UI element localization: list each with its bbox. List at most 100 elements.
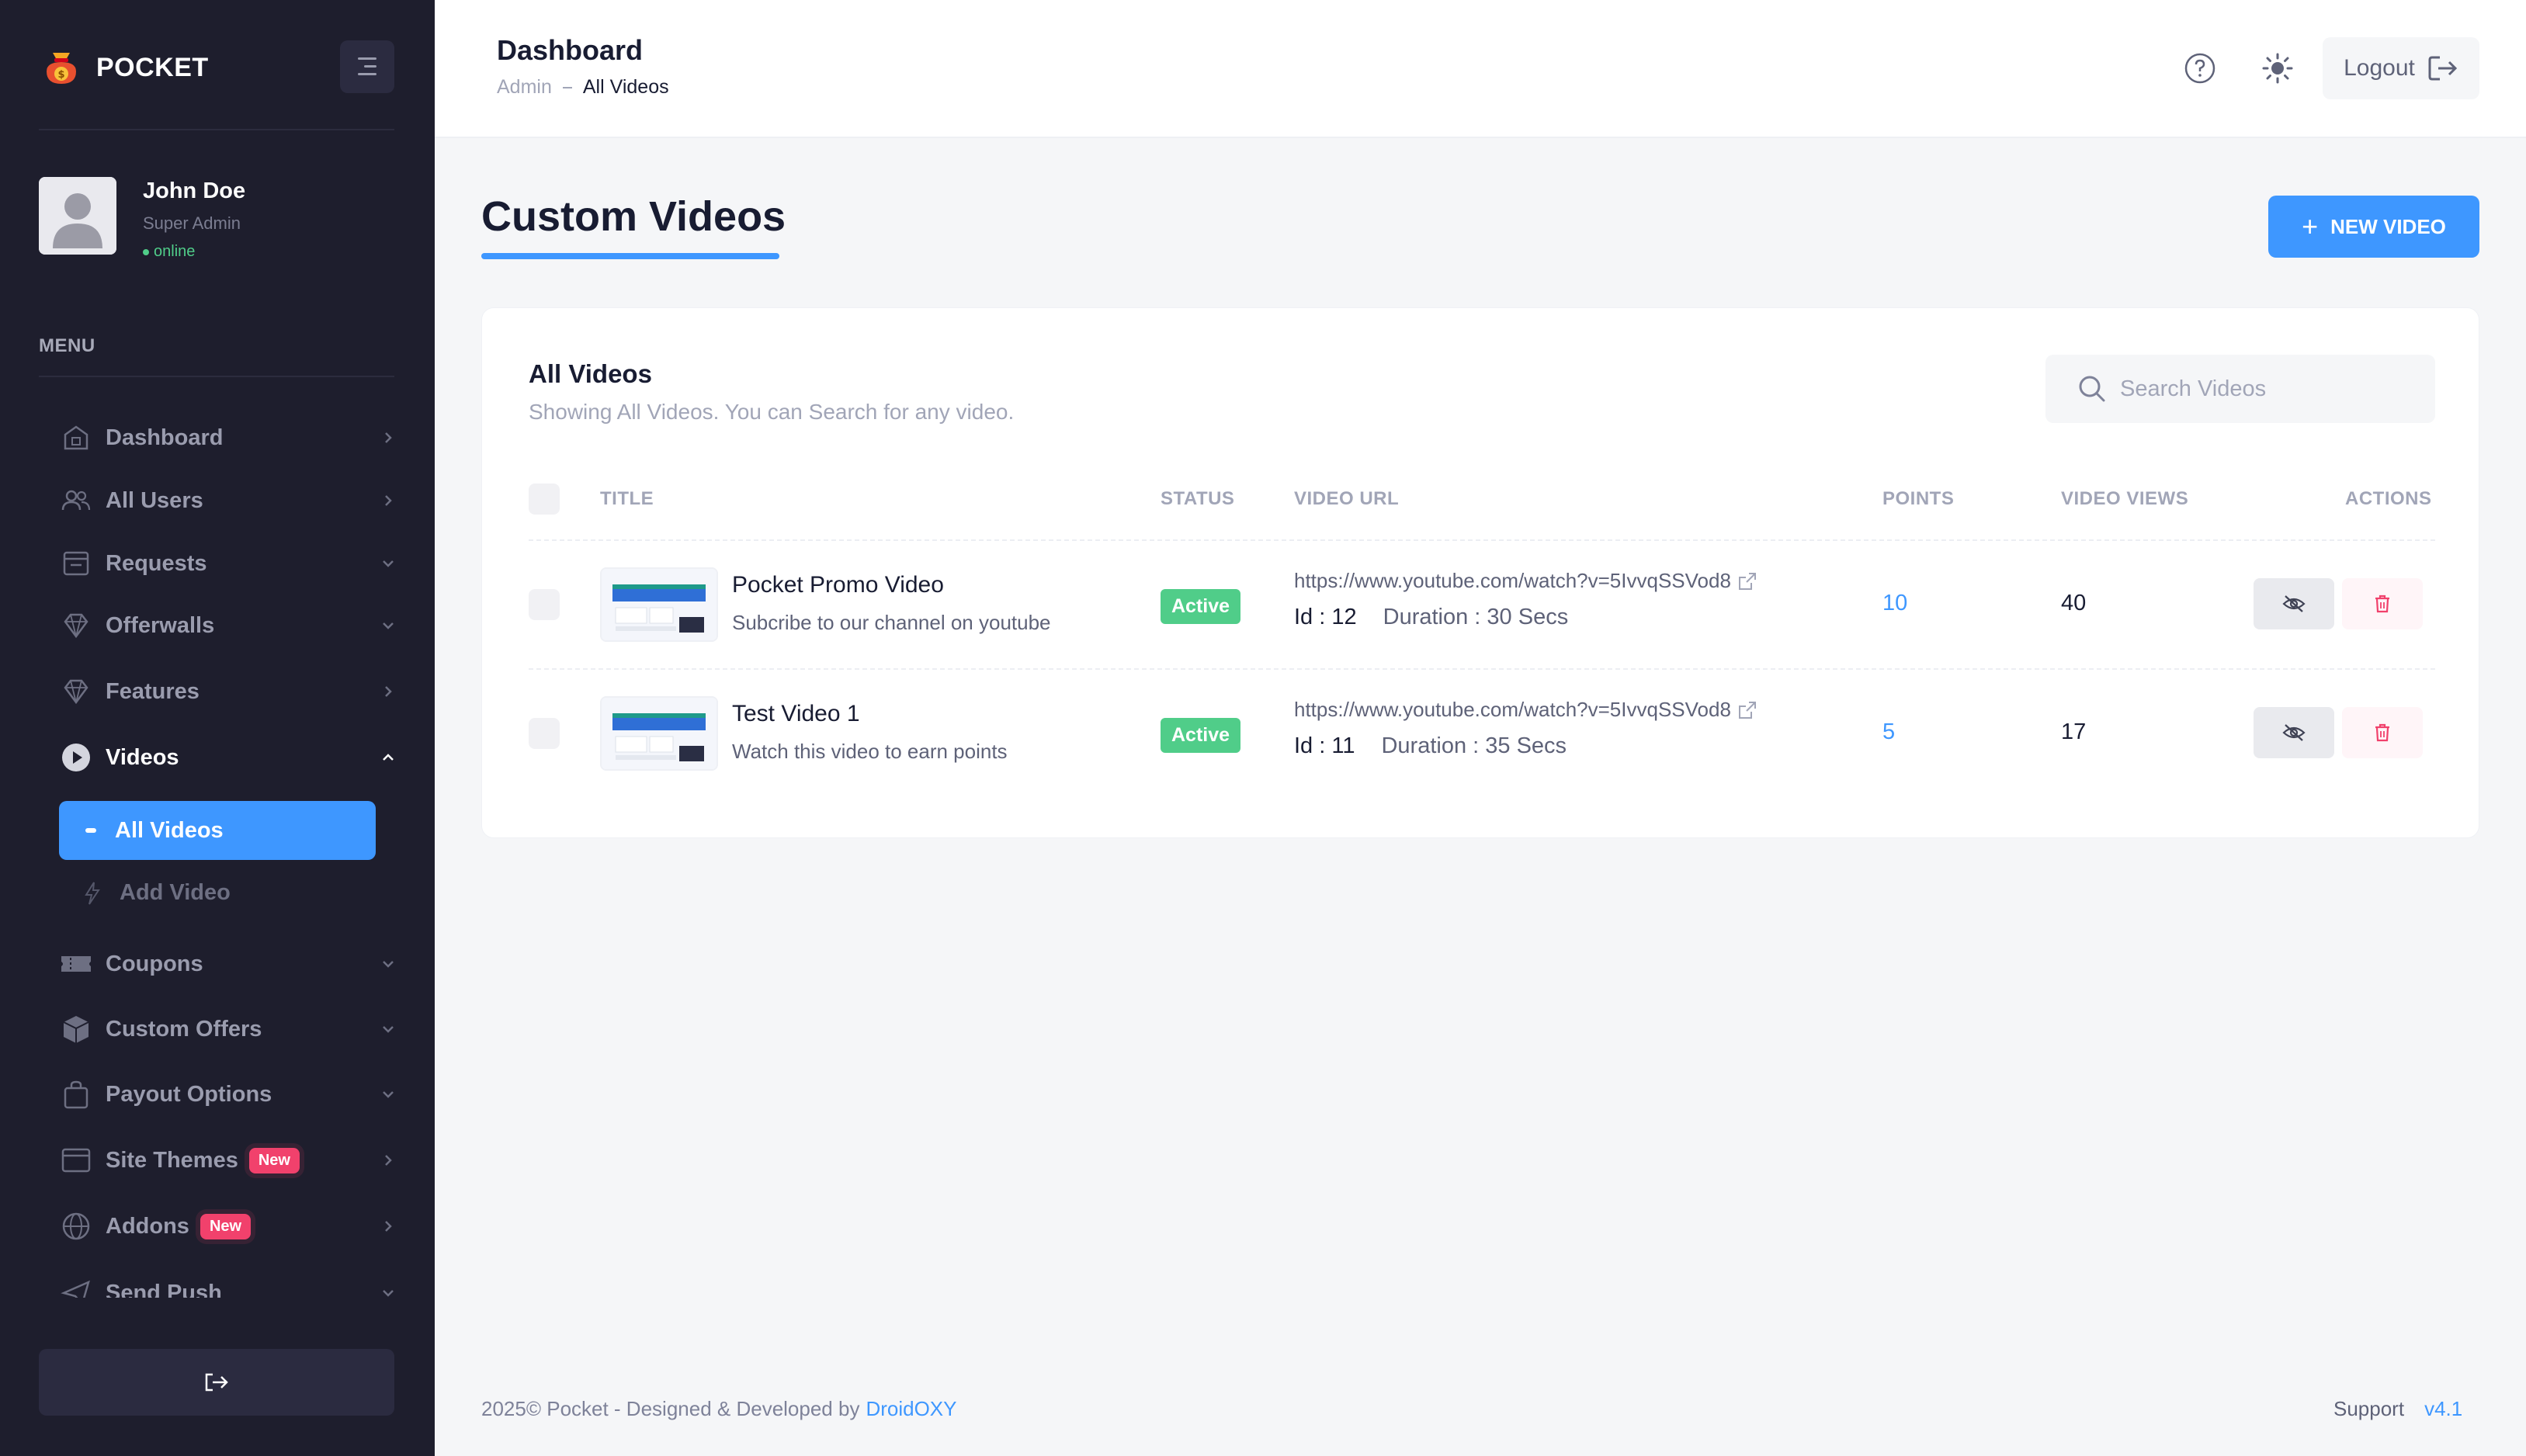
external-link-icon [1738,572,1756,590]
column-header-title[interactable]: TITLE [600,488,654,510]
sidebar-item-videos[interactable]: Videos [59,734,394,781]
video-duration: Duration : 35 Secs [1381,733,1567,758]
video-url-text: https://www.youtube.com/watch?v=5IvvqSSV… [1294,698,1731,721]
footer-developer-link[interactable]: DroidOXY [866,1397,956,1421]
delete-video-button[interactable] [2342,578,2423,629]
page-title: Custom Videos [481,193,786,240]
chevron-right-icon [385,1221,392,1232]
version-link[interactable]: v4.1 [2424,1397,2462,1421]
video-url-link[interactable]: https://www.youtube.com/watch?v=5IvvqSSV… [1294,698,1759,722]
footer: 2025© Pocket - Designed & Developed by D… [481,1397,957,1421]
sidebar-item-payout-options[interactable]: Payout Options [59,1071,424,1118]
delete-video-button[interactable] [2342,707,2423,758]
sidebar-item-features[interactable]: Features [59,668,394,715]
bolt-icon [85,881,100,905]
chevron-down-icon [383,560,394,567]
sidebar-item-site-themes[interactable]: Site Themes New [59,1137,424,1184]
send-icon [59,1276,93,1298]
video-title[interactable]: Pocket Promo Video [732,572,944,598]
sidebar-item-label: Videos [106,744,179,770]
chevron-down-icon [383,1091,394,1098]
sidebar-item-coupons[interactable]: Coupons [59,941,424,987]
video-thumbnail[interactable] [600,696,718,771]
video-description: Subcribe to our channel on youtube [732,611,1051,634]
help-button[interactable] [2181,50,2219,87]
status-badge: Active [1161,589,1241,624]
sidebar-item-all-users[interactable]: All Users [59,477,394,524]
brand-name: POCKET [96,52,209,82]
play-icon [59,740,93,775]
bag-icon [59,1077,93,1111]
user-profile: John Doe Super Admin online [39,177,245,261]
theme-toggle-button[interactable] [2259,50,2296,87]
avatar[interactable] [39,177,116,255]
chevron-down-icon [383,1290,394,1297]
sidebar-subitem-all-videos[interactable]: All Videos [59,801,376,860]
column-header-video-views[interactable]: VIDEO VIEWS [2061,488,2188,510]
video-views: 17 [2061,719,2087,744]
browser-icon [59,1143,93,1177]
sidebar-subitem-add-video[interactable]: Add Video [82,880,231,906]
sidebar-item-label: Site Themes [106,1147,238,1173]
card-title: All Videos [529,359,652,388]
video-views: 40 [2061,591,2087,615]
menu-title: MENU [39,335,95,356]
column-header-points[interactable]: POINTS [1882,488,1954,510]
breadcrumb-item[interactable]: Admin [497,76,552,99]
status-badge: Active [1161,718,1241,753]
header-title: Dashboard [497,34,644,66]
sidebar-item-dashboard[interactable]: Dashboard [59,414,394,461]
sidebar-item-label: Custom Offers [106,1016,262,1042]
sidebar-item-custom-offers[interactable]: Custom Offers [59,1006,424,1052]
hide-video-button[interactable] [2254,578,2334,629]
video-duration: Duration : 30 Secs [1383,605,1569,629]
sidebar-subitem-label: Add Video [120,880,231,905]
chevron-up-icon [383,754,394,761]
sidebar-item-label: Payout Options [106,1081,272,1107]
sidebar: $ POCKET John Doe Super Admin online MEN… [0,0,435,1456]
column-header-video-url[interactable]: VIDEO URL [1294,488,1399,510]
video-thumbnail[interactable] [600,567,718,642]
select-all-checkbox[interactable] [529,484,560,515]
video-points: 5 [1882,719,1896,744]
column-header-status[interactable]: STATUS [1161,488,1234,510]
new-badge: New [200,1213,252,1239]
sidebar-subitem-label: All Videos [115,817,224,843]
logout-button[interactable]: Logout [2323,37,2479,99]
diamond-icon [59,608,93,643]
sidebar-item-send-push[interactable]: Send Push [59,1270,424,1298]
hide-video-button[interactable] [2254,707,2334,758]
box-icon [59,1012,93,1046]
sidebar-toggle-button[interactable] [340,40,394,93]
sign-out-icon [2428,56,2457,81]
video-title[interactable]: Test Video 1 [732,701,860,727]
row-checkbox[interactable] [529,718,560,749]
footer-right: Support v4.1 [2333,1397,2462,1421]
breadcrumb-separator [562,86,572,88]
sidebar-item-offerwalls[interactable]: Offerwalls [59,602,394,649]
money-bag-logo-icon: $ [47,53,76,84]
footer-copyright: 2025© Pocket - Designed & Developed by [481,1397,860,1420]
new-video-button[interactable]: + NEW VIDEO [2268,196,2479,258]
plus-icon: + [2302,210,2319,242]
video-url-link[interactable]: https://www.youtube.com/watch?v=5IvvqSSV… [1294,569,1759,593]
support-link[interactable]: Support [2333,1397,2404,1421]
sidebar-item-label: Requests [106,550,207,576]
row-checkbox[interactable] [529,589,560,620]
search-input[interactable] [2120,376,2431,402]
brand[interactable]: $ POCKET [39,42,209,93]
chevron-down-icon [383,1026,394,1033]
row-divider [529,668,2435,670]
new-video-label: NEW VIDEO [2330,214,2446,238]
sidebar-divider [39,129,394,130]
globe-icon [59,1209,93,1243]
sidebar-logout-button[interactable] [39,1349,394,1416]
video-id: Id : 12 [1294,605,1357,629]
dashboard-icon [59,421,93,455]
chevron-right-icon [385,432,392,443]
video-description: Watch this video to earn points [732,740,1008,763]
user-status: online [143,243,245,261]
trash-icon [2375,723,2389,742]
sidebar-item-addons[interactable]: Addons New [59,1203,424,1250]
sidebar-item-requests[interactable]: Requests [59,540,394,587]
